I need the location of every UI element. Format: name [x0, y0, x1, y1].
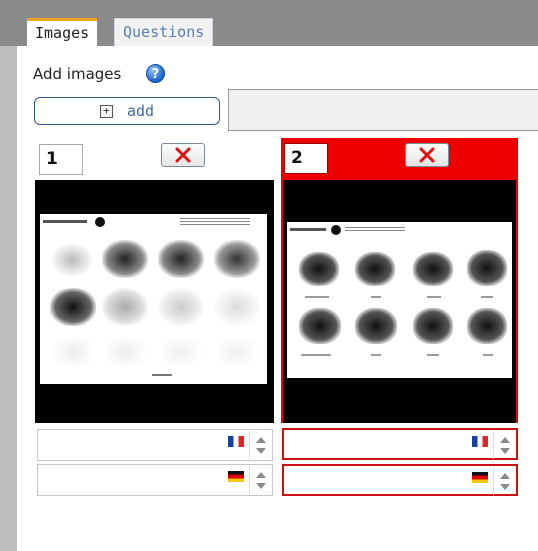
delete-x-icon [175, 147, 191, 163]
add-images-title: Add images [33, 65, 122, 83]
delete-x-icon [419, 147, 435, 163]
flag-germany-icon [228, 471, 244, 482]
image-number-field[interactable]: 1 [39, 144, 83, 175]
image-number-field[interactable]: 2 [284, 143, 328, 174]
caption-field-fr[interactable] [37, 429, 273, 461]
left-margin-bar [0, 46, 17, 551]
spinner[interactable] [493, 431, 515, 459]
spinner-down-icon[interactable] [500, 448, 510, 454]
delete-image-button[interactable] [161, 143, 205, 167]
scan-document [287, 222, 512, 378]
spinner-up-icon[interactable] [500, 473, 510, 479]
spinner-down-icon[interactable] [256, 483, 266, 489]
file-path-field[interactable] [228, 89, 538, 131]
flag-france-icon [472, 436, 488, 447]
spinner[interactable] [249, 431, 271, 459]
scan-document [40, 214, 267, 384]
caption-field-de[interactable] [37, 464, 273, 496]
tab-images[interactable]: Images [27, 18, 98, 46]
plus-icon: + [99, 104, 113, 118]
tab-questions[interactable]: Questions [114, 18, 214, 46]
caption-field-fr[interactable] [282, 428, 518, 460]
spinner-up-icon[interactable] [256, 472, 266, 478]
spinner-down-icon[interactable] [500, 484, 510, 490]
spinner-up-icon[interactable] [500, 437, 510, 443]
spinner[interactable] [249, 466, 271, 494]
caption-field-de[interactable] [282, 464, 518, 496]
add-button[interactable]: + add [34, 97, 220, 125]
help-icon[interactable]: ? [146, 64, 165, 83]
delete-image-button[interactable] [405, 143, 449, 167]
image-preview[interactable] [281, 180, 518, 423]
flag-germany-icon [472, 472, 488, 483]
spinner-down-icon[interactable] [256, 448, 266, 454]
flag-france-icon [228, 436, 244, 447]
add-button-label: add [126, 102, 155, 120]
spinner[interactable] [493, 467, 515, 495]
spinner-up-icon[interactable] [256, 437, 266, 443]
image-preview[interactable] [35, 180, 274, 423]
